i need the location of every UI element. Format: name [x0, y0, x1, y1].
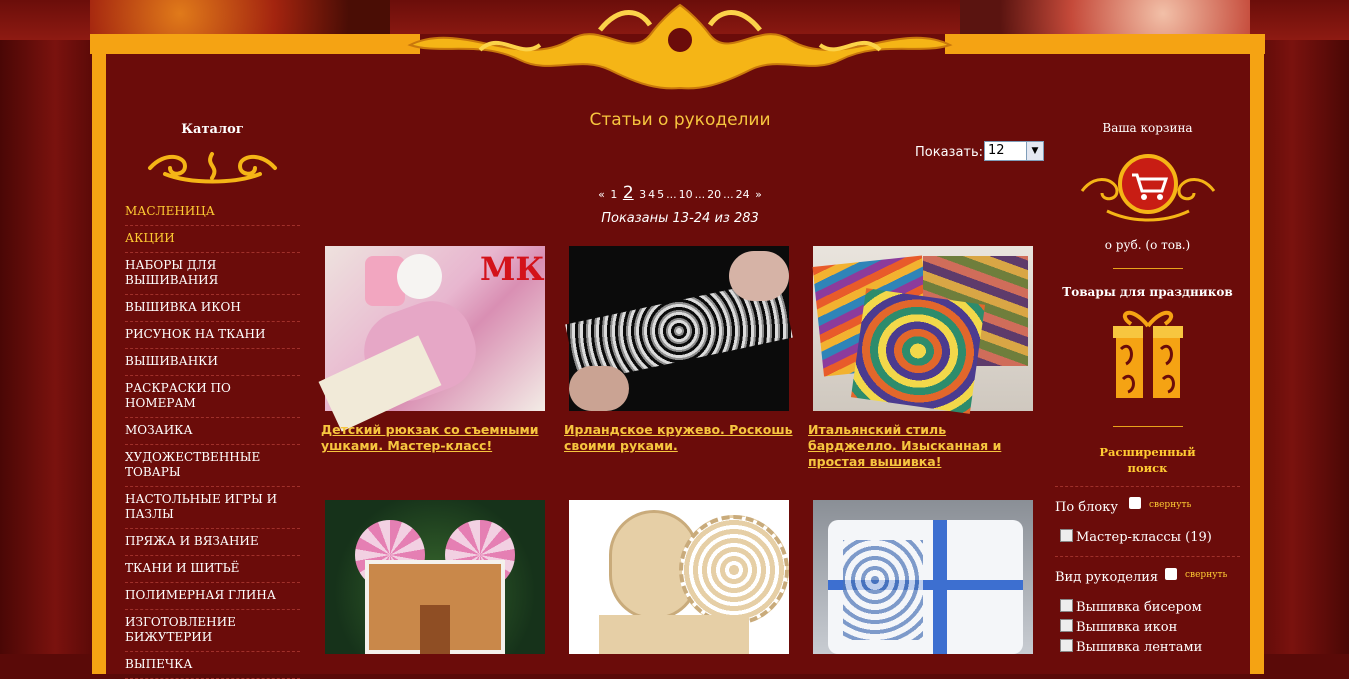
pager-page-24[interactable]: 24 — [736, 188, 750, 201]
pager-page-4[interactable]: 4 — [648, 188, 655, 201]
header-flower-image-left — [90, 0, 390, 38]
catalog-title: Каталог — [181, 122, 244, 137]
filter-option[interactable]: Вышивка икон — [1060, 619, 1177, 635]
frame-top-bar-right — [945, 34, 1265, 54]
sidebar-item[interactable]: ВЫШИВАНКИ — [125, 349, 300, 376]
sidebar-item[interactable]: ТКАНИ И ШИТЬЁ — [125, 556, 300, 583]
cart-summary: о руб. (о тов.) — [1104, 238, 1191, 252]
holiday-goods-title[interactable]: Товары для праздников — [1060, 285, 1235, 299]
filter-block-title: По блоку — [1055, 500, 1118, 515]
sidebar-item[interactable]: РИСУНОК НА ТКАНИ — [125, 322, 300, 349]
sidebar-item[interactable]: МАСЛЕНИЦА — [125, 199, 300, 226]
divider — [1055, 486, 1240, 487]
checkbox[interactable] — [1060, 619, 1073, 632]
filter-block-collapse[interactable]: свернуть — [1149, 500, 1191, 510]
article-image-bargello[interactable] — [812, 246, 1033, 414]
article-image-backpack[interactable]: МК — [318, 246, 545, 432]
checkbox[interactable] — [1060, 599, 1073, 612]
chevron-down-icon[interactable] — [1165, 568, 1177, 580]
sidebar-item[interactable]: НАСТОЛЬНЫЕ ИГРЫ И ПАЗЛЫ — [125, 487, 300, 529]
pager-page-3[interactable]: 3 — [639, 188, 646, 201]
page-background-right — [1254, 0, 1349, 654]
divider — [1113, 268, 1183, 269]
sidebar-item[interactable]: ВЫПЕЧКА — [125, 652, 300, 679]
per-page-label: Показать: — [915, 145, 984, 160]
cart-title: Ваша корзина — [1102, 121, 1193, 135]
pager-page-20[interactable]: 20 — [707, 188, 721, 201]
checkbox[interactable] — [1060, 529, 1073, 542]
divider — [1113, 426, 1183, 427]
pager-page-10[interactable]: 10 — [679, 188, 693, 201]
per-page-select[interactable]: 12 ▼ — [984, 141, 1044, 161]
sidebar-item[interactable]: ПРЯЖА И ВЯЗАНИЕ — [125, 529, 300, 556]
pager-page-5[interactable]: 5 — [657, 188, 664, 201]
filter-option[interactable]: Вышивка лентами — [1060, 639, 1202, 655]
article-image-gingerbread-house[interactable] — [325, 500, 545, 654]
filter-option-label: Мастер-классы (19) — [1076, 530, 1212, 545]
article-image-lace[interactable] — [565, 246, 793, 411]
cart-icon[interactable] — [1077, 151, 1219, 229]
filter-option-label: Вышивка икон — [1076, 620, 1178, 635]
filter-craft-title: Вид рукоделия — [1055, 570, 1159, 585]
sidebar-item[interactable]: ХУДОЖЕСТВЕННЫЕ ТОВАРЫ — [125, 445, 300, 487]
pager-ellipsis: ... — [723, 188, 734, 201]
filter-option-label: Вышивка бисером — [1076, 600, 1202, 615]
filter-option[interactable]: Мастер-классы (19) — [1060, 529, 1212, 545]
pager-page-1[interactable]: 1 — [610, 188, 617, 201]
sidebar-item[interactable]: ВЫШИВКА ИКОН — [125, 295, 300, 322]
pagination: « 1 2 3 4 5... 10... 20... 24 » — [590, 183, 770, 203]
ornament-crest-icon — [407, 3, 953, 90]
header-flower-image-right — [960, 0, 1250, 38]
sidebar-item[interactable]: НАБОРЫ ДЛЯ ВЫШИВАНИЯ — [125, 253, 300, 295]
page-background-left — [0, 0, 92, 654]
sidebar-item[interactable]: ПОЛИМЕРНАЯ ГЛИНА — [125, 583, 300, 610]
article-link[interactable]: Детский рюкзак со съемными ушками. Масте… — [321, 422, 551, 454]
pager-ellipsis: ... — [694, 188, 706, 201]
chevron-down-icon[interactable]: ▼ — [1026, 142, 1043, 160]
chevron-down-icon[interactable] — [1129, 497, 1141, 509]
catalog-menu: МАСЛЕНИЦА АКЦИИ НАБОРЫ ДЛЯ ВЫШИВАНИЯ ВЫШИВК… — [125, 199, 300, 679]
pager-next[interactable]: » — [755, 188, 762, 201]
page-title: Статьи о рукоделии — [589, 110, 771, 130]
article-image-wooden-puzzle[interactable] — [569, 500, 789, 654]
filter-option[interactable]: Вышивка бисером — [1060, 599, 1202, 615]
sidebar-item[interactable]: АКЦИИ — [125, 226, 300, 253]
gift-icon[interactable] — [1111, 304, 1185, 402]
filter-option-label: Вышивка лентами — [1076, 640, 1203, 655]
pager-prev[interactable]: « — [598, 188, 605, 201]
results-count: Показаны 13-24 из 283 — [601, 211, 759, 226]
filter-craft-collapse[interactable]: свернуть — [1185, 570, 1227, 580]
divider — [1055, 556, 1240, 557]
advanced-search-link[interactable]: Расширенный поиск — [1090, 444, 1205, 476]
article-image-pillow[interactable] — [813, 500, 1033, 654]
article-badge: МК — [480, 250, 545, 288]
per-page-value: 12 — [988, 143, 1005, 158]
frame-top-bar-left — [90, 34, 420, 54]
checkbox[interactable] — [1060, 639, 1073, 652]
sidebar-item[interactable]: ИЗГОТОВЛЕНИЕ БИЖУТЕРИИ — [125, 610, 300, 652]
pager-ellipsis: ... — [666, 188, 677, 201]
sidebar-item[interactable]: РАСКРАСКИ ПО НОМЕРАМ — [125, 376, 300, 418]
pager-current-page: 2 — [622, 183, 634, 203]
sidebar-item[interactable]: МОЗАИКА — [125, 418, 300, 445]
article-link[interactable]: Итальянский стиль барджелло. Изысканная … — [808, 422, 1038, 470]
article-link[interactable]: Ирландское кружево. Роскошь своими рукам… — [564, 422, 794, 454]
ornament-divider-icon — [148, 152, 277, 184]
